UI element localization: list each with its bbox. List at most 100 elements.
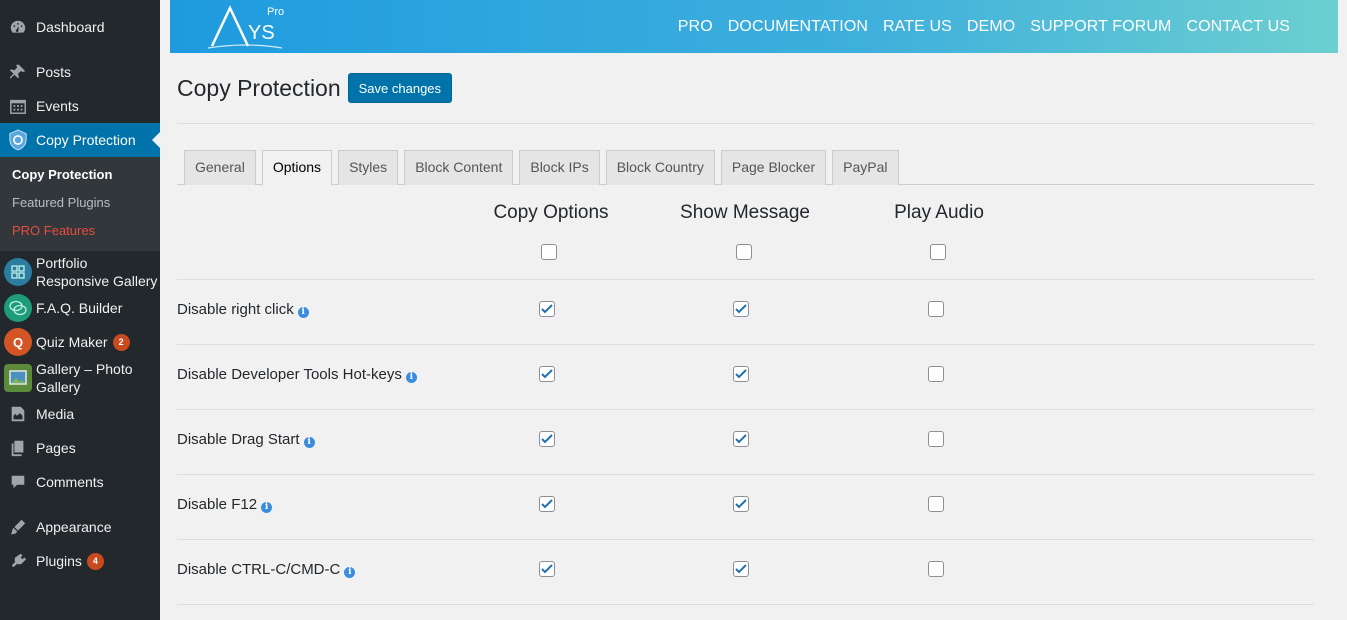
show-message-checkbox[interactable] bbox=[733, 431, 749, 447]
menu-copy-protection[interactable]: Copy Protection bbox=[0, 123, 160, 157]
menu-events[interactable]: Events bbox=[0, 89, 160, 123]
menu-posts[interactable]: Posts bbox=[0, 55, 160, 89]
plugin-header-banner: YS Pro PRO DOCUMENTATION RATE US DEMO SU… bbox=[170, 0, 1338, 53]
tab-styles[interactable]: Styles bbox=[338, 150, 399, 185]
nav-contact-us[interactable]: CONTACT US bbox=[1186, 18, 1290, 36]
option-label: Disable right click bbox=[177, 301, 294, 318]
option-label: Disable CTRL-C/CMD-C bbox=[177, 561, 341, 578]
menu-dashboard[interactable]: Dashboard bbox=[0, 10, 160, 44]
nav-pro[interactable]: PRO bbox=[678, 18, 713, 36]
show-message-checkbox[interactable] bbox=[733, 561, 749, 577]
appearance-icon bbox=[8, 517, 28, 537]
dashboard-icon bbox=[8, 17, 28, 37]
show-message-checkbox[interactable] bbox=[733, 366, 749, 382]
menu-label: Media bbox=[36, 406, 75, 422]
menu-label: Copy Protection bbox=[36, 132, 136, 148]
menu-plugins[interactable]: Plugins 4 bbox=[0, 544, 160, 578]
copy-option-checkbox[interactable] bbox=[539, 496, 555, 512]
tab-options[interactable]: Options bbox=[261, 150, 333, 186]
option-row: Disable Developer Tools Hot-keys i bbox=[177, 345, 1314, 410]
column-show-message: Show Message bbox=[680, 202, 810, 223]
plugins-icon bbox=[8, 551, 28, 571]
gallery-icon bbox=[4, 364, 32, 392]
show-message-checkbox[interactable] bbox=[733, 496, 749, 512]
admin-sidebar: Dashboard Posts Events Copy Protection C… bbox=[0, 0, 160, 620]
menu-media[interactable]: Media bbox=[0, 397, 160, 431]
option-label: Disable Developer Tools Hot-keys bbox=[177, 366, 402, 383]
menu-pages[interactable]: Pages bbox=[0, 431, 160, 465]
shield-icon bbox=[8, 129, 28, 151]
copy-option-checkbox[interactable] bbox=[539, 301, 555, 317]
tab-block-ips[interactable]: Block IPs bbox=[519, 150, 600, 185]
menu-label: Portfolio Responsive Gallery bbox=[36, 255, 158, 289]
nav-demo[interactable]: DEMO bbox=[967, 18, 1015, 36]
menu-label: Events bbox=[36, 98, 79, 114]
play-audio-checkbox[interactable] bbox=[928, 561, 944, 577]
info-icon[interactable]: i bbox=[261, 501, 273, 513]
update-count-badge: 2 bbox=[112, 333, 130, 351]
update-count-badge: 4 bbox=[86, 552, 104, 570]
info-icon[interactable]: i bbox=[303, 436, 315, 448]
select-all-message-checkbox[interactable] bbox=[736, 244, 752, 260]
play-audio-checkbox[interactable] bbox=[928, 301, 944, 317]
tab-paypal[interactable]: PayPal bbox=[832, 150, 899, 185]
menu-label: Posts bbox=[36, 64, 72, 80]
top-nav: PRO DOCUMENTATION RATE US DEMO SUPPORT F… bbox=[678, 0, 1290, 53]
menu-comments[interactable]: Comments bbox=[0, 465, 160, 499]
pin-icon bbox=[8, 62, 28, 82]
show-message-checkbox[interactable] bbox=[733, 301, 749, 317]
menu-label: F.A.Q. Builder bbox=[36, 300, 123, 316]
menu-label: Gallery – Photo Gallery bbox=[36, 361, 133, 395]
menu-quiz-maker[interactable]: Q Quiz Maker 2 bbox=[0, 325, 160, 359]
tab-page-blocker[interactable]: Page Blocker bbox=[720, 150, 827, 185]
option-row: Disable Drag Start i bbox=[177, 410, 1314, 475]
media-icon bbox=[8, 404, 28, 424]
play-audio-checkbox[interactable] bbox=[928, 366, 944, 382]
submenu-featured-plugins[interactable]: Featured Plugins bbox=[0, 189, 160, 217]
copy-option-checkbox[interactable] bbox=[539, 561, 555, 577]
column-headers: Copy Options Show Message Play Audio bbox=[177, 185, 1314, 280]
menu-label: Dashboard bbox=[36, 19, 105, 35]
select-all-audio-checkbox[interactable] bbox=[930, 244, 946, 260]
menu-appearance[interactable]: Appearance bbox=[0, 510, 160, 544]
submenu-pro-features[interactable]: PRO Features bbox=[0, 217, 160, 245]
play-audio-checkbox[interactable] bbox=[928, 496, 944, 512]
copy-option-checkbox[interactable] bbox=[539, 366, 555, 382]
portfolio-icon bbox=[4, 258, 32, 286]
save-changes-button[interactable]: Save changes bbox=[347, 73, 453, 103]
faq-icon bbox=[4, 294, 32, 322]
nav-support-forum[interactable]: SUPPORT FORUM bbox=[1030, 18, 1171, 36]
menu-label: Pages bbox=[36, 440, 76, 456]
info-icon[interactable]: i bbox=[344, 566, 356, 578]
menu-faq-builder[interactable]: F.A.Q. Builder bbox=[0, 291, 160, 325]
info-icon[interactable]: i bbox=[405, 371, 417, 383]
column-copy-options: Copy Options bbox=[493, 202, 609, 223]
tab-general[interactable]: General bbox=[184, 150, 256, 185]
option-row: Disable right click i bbox=[177, 280, 1314, 345]
settings-tabs: General Options Styles Block Content Blo… bbox=[177, 150, 1314, 186]
pages-icon bbox=[8, 438, 28, 458]
option-row: Disable F12 i bbox=[177, 475, 1314, 540]
option-row: Disable CTRL-C/CMD-C i bbox=[177, 540, 1314, 605]
copy-option-checkbox[interactable] bbox=[539, 431, 555, 447]
copy-protection-submenu: Copy Protection Featured Plugins PRO Fea… bbox=[0, 157, 160, 251]
select-all-copy-checkbox[interactable] bbox=[541, 244, 557, 260]
nav-documentation[interactable]: DOCUMENTATION bbox=[728, 18, 868, 36]
menu-photo-gallery[interactable]: Gallery – Photo Gallery bbox=[0, 359, 160, 397]
menu-label: Comments bbox=[36, 474, 104, 490]
tab-block-country[interactable]: Block Country bbox=[605, 150, 715, 185]
option-label: Disable F12 bbox=[177, 496, 258, 513]
logo-pro-badge: Pro bbox=[267, 6, 285, 18]
menu-label: Quiz Maker bbox=[36, 334, 108, 350]
info-icon[interactable]: i bbox=[297, 306, 309, 318]
menu-portfolio-gallery[interactable]: Portfolio Responsive Gallery bbox=[0, 253, 160, 291]
option-label: Disable Drag Start bbox=[177, 431, 300, 448]
play-audio-checkbox[interactable] bbox=[928, 431, 944, 447]
calendar-icon bbox=[8, 96, 28, 116]
nav-rate-us[interactable]: RATE US bbox=[883, 18, 952, 36]
submenu-copy-protection[interactable]: Copy Protection bbox=[0, 161, 160, 189]
column-play-audio: Play Audio bbox=[894, 202, 984, 223]
divider bbox=[177, 123, 1314, 124]
tab-block-content[interactable]: Block Content bbox=[404, 150, 514, 185]
main-content: Copy Protection Save changes General Opt… bbox=[177, 53, 1314, 605]
